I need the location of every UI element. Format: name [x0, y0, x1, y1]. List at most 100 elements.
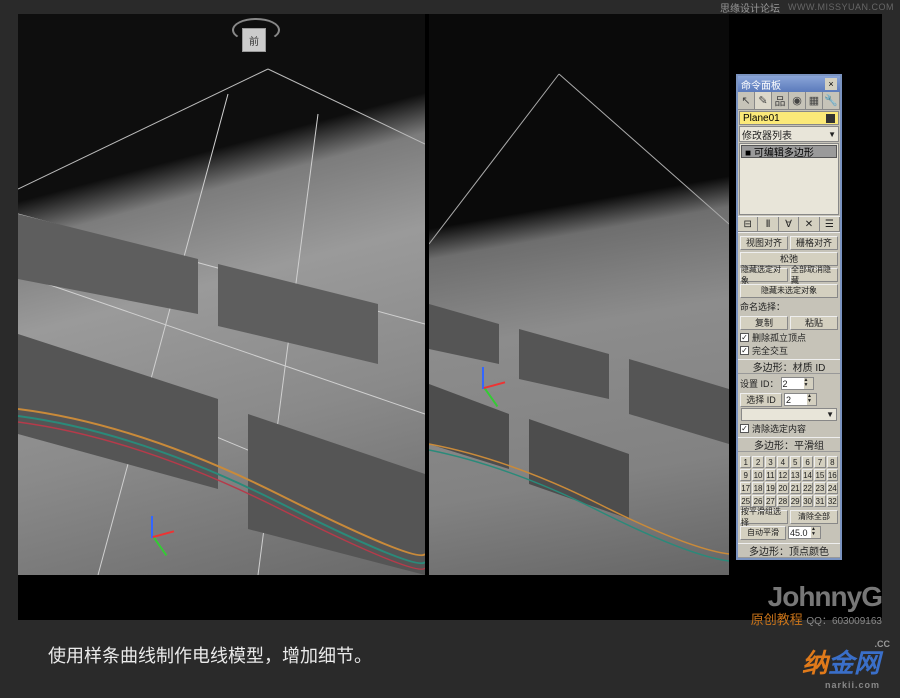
- create-tab[interactable]: ↖: [738, 92, 755, 109]
- auto-smooth-button[interactable]: 自动平滑: [740, 526, 786, 540]
- smooth-group-24[interactable]: 24: [827, 482, 838, 494]
- unhide-all-button[interactable]: 全部取消隐藏: [790, 268, 838, 282]
- make-unique-icon[interactable]: ∀: [779, 217, 799, 231]
- viewport-perspective-right[interactable]: [429, 14, 729, 575]
- delete-isolated-checkbox[interactable]: ✓删除孤立顶点: [740, 331, 838, 344]
- pin-stack-icon[interactable]: ⊟: [738, 217, 758, 231]
- set-id-label: 设置 ID：: [740, 377, 779, 390]
- smooth-group-15[interactable]: 15: [814, 469, 825, 481]
- narkii-logo: 纳金网 .CC narkii.com: [802, 643, 880, 690]
- smooth-group-9[interactable]: 9: [740, 469, 751, 481]
- smooth-group-22[interactable]: 22: [802, 482, 813, 494]
- smooth-group-3[interactable]: 3: [765, 456, 776, 468]
- command-panel-tabs: ↖ ✎ 品 ◉ ▦ 🔧: [738, 92, 840, 110]
- smooth-group-32[interactable]: 32: [827, 495, 838, 507]
- smooth-group-19[interactable]: 19: [765, 482, 776, 494]
- copy-button[interactable]: 复制: [740, 316, 788, 330]
- smooth-group-20[interactable]: 20: [777, 482, 788, 494]
- tutorial-type: 原创教程: [751, 612, 803, 627]
- select-id-button[interactable]: 选择 ID: [740, 393, 782, 407]
- smooth-group-18[interactable]: 18: [752, 482, 763, 494]
- full-interactive-label: 完全交互: [752, 344, 788, 357]
- full-interactive-checkbox[interactable]: ✓完全交互: [740, 344, 838, 357]
- hide-selected-button[interactable]: 隐藏选定对象: [740, 268, 788, 282]
- smooth-group-21[interactable]: 21: [790, 482, 801, 494]
- modify-tab[interactable]: ✎: [755, 92, 772, 109]
- rollout-vertex-color-head[interactable]: 多边形：顶点颜色: [738, 544, 840, 558]
- smooth-group-13[interactable]: 13: [790, 469, 801, 481]
- rollout-smoothing-groups: 多边形：平滑组 12345678910111213141516171819202…: [738, 437, 840, 543]
- smooth-group-17[interactable]: 17: [740, 482, 751, 494]
- viewcube-face-front[interactable]: 前: [242, 28, 266, 52]
- hierarchy-tab[interactable]: 品: [772, 92, 789, 109]
- logo-domain: narkii.com: [802, 680, 880, 690]
- axis-gizmo-left[interactable]: [128, 513, 178, 563]
- stack-toolbar: ⊟ Ⅱ ∀ ✕ ☰: [738, 216, 840, 232]
- smooth-group-23[interactable]: 23: [814, 482, 825, 494]
- qq-number: 603009163: [832, 616, 882, 627]
- smooth-group-8[interactable]: 8: [827, 456, 838, 468]
- smooth-group-16[interactable]: 16: [827, 469, 838, 481]
- smooth-group-2[interactable]: 2: [752, 456, 763, 468]
- logo-cc: .CC: [875, 639, 891, 649]
- modifier-list-dropdown[interactable]: 修改器列表 ▼: [739, 126, 839, 142]
- axis-gizmo-right[interactable]: [459, 364, 509, 414]
- panel-title-text: 命令面板: [741, 77, 781, 92]
- smooth-group-14[interactable]: 14: [802, 469, 813, 481]
- smoothing-groups-grid: 1234567891011121314151617181920212223242…: [740, 456, 838, 507]
- object-name-field[interactable]: Plane01: [739, 111, 839, 125]
- viewcube[interactable]: 前: [236, 24, 276, 64]
- show-end-result-icon[interactable]: Ⅱ: [758, 217, 778, 231]
- auto-smooth-spinner[interactable]: 45.0▲▼: [788, 526, 821, 539]
- smooth-group-6[interactable]: 6: [802, 456, 813, 468]
- close-icon[interactable]: ×: [825, 78, 837, 90]
- remove-modifier-icon[interactable]: ✕: [799, 217, 819, 231]
- select-id-spinner[interactable]: 2▲▼: [784, 393, 817, 406]
- set-id-spinner[interactable]: 2▲▼: [781, 377, 814, 390]
- clear-selected-checkbox[interactable]: ✓清除选定内容: [740, 422, 838, 435]
- logo-part1: 纳: [802, 648, 828, 678]
- wireframe-overlay: [18, 14, 425, 575]
- motion-tab[interactable]: ◉: [789, 92, 806, 109]
- paste-button[interactable]: 粘贴: [790, 316, 838, 330]
- smooth-group-31[interactable]: 31: [814, 495, 825, 507]
- chevron-down-icon: ▼: [828, 130, 836, 139]
- material-name-dropdown[interactable]: ▼: [741, 408, 837, 421]
- delete-isolated-label: 删除孤立顶点: [752, 331, 806, 344]
- rollout-selection: 视图对齐 栅格对齐 松弛 隐藏选定对象 全部取消隐藏 隐藏未选定对象 命名选择：…: [738, 232, 840, 359]
- object-color-swatch[interactable]: [826, 114, 835, 123]
- smooth-group-1[interactable]: 1: [740, 456, 751, 468]
- panel-titlebar[interactable]: 命令面板 ×: [738, 76, 840, 92]
- rollout-material-id: 多边形：材质 ID 设置 ID： 2▲▼ 选择 ID 2▲▼ ▼ ✓清除选定内容: [738, 359, 840, 437]
- rollout-smoothing-head[interactable]: 多边形：平滑组: [738, 438, 840, 452]
- clear-all-smooth-button[interactable]: 清除全部: [790, 510, 838, 524]
- command-panel: 命令面板 × ↖ ✎ 品 ◉ ▦ 🔧 Plane01 修改器列表 ▼ ■ 可编辑…: [736, 74, 842, 560]
- modifier-stack[interactable]: ■ 可编辑多边形: [739, 143, 839, 215]
- smooth-group-30[interactable]: 30: [802, 495, 813, 507]
- caption-text: 使用样条曲线制作电线模型，增加细节。: [48, 642, 372, 668]
- smooth-group-11[interactable]: 11: [765, 469, 776, 481]
- smooth-group-4[interactable]: 4: [777, 456, 788, 468]
- configure-sets-icon[interactable]: ☰: [820, 217, 840, 231]
- smooth-group-5[interactable]: 5: [790, 456, 801, 468]
- author-signature: JohnnyG 原创教程 QQ：603009163: [751, 581, 882, 628]
- clear-selected-label: 清除选定内容: [752, 422, 806, 435]
- smooth-group-12[interactable]: 12: [777, 469, 788, 481]
- logo-part2: 金网: [828, 648, 880, 678]
- view-align-button[interactable]: 视图对齐: [740, 236, 788, 250]
- stack-item-editable-poly[interactable]: ■ 可编辑多边形: [741, 145, 837, 158]
- select-by-smooth-button[interactable]: 按平滑组选择: [740, 510, 788, 524]
- mesh-align-button[interactable]: 栅格对齐: [790, 236, 838, 250]
- display-tab[interactable]: ▦: [806, 92, 823, 109]
- viewport-perspective-left[interactable]: 前: [18, 14, 425, 575]
- smooth-group-29[interactable]: 29: [790, 495, 801, 507]
- qq-label: QQ：: [806, 616, 832, 627]
- rollout-material-id-head[interactable]: 多边形：材质 ID: [738, 360, 840, 374]
- utilities-tab[interactable]: 🔧: [823, 92, 840, 109]
- smooth-group-7[interactable]: 7: [814, 456, 825, 468]
- object-name-text: Plane01: [743, 113, 780, 124]
- named-selection-label: 命名选择：: [740, 300, 785, 313]
- smooth-group-10[interactable]: 10: [752, 469, 763, 481]
- hide-unselected-button[interactable]: 隐藏未选定对象: [740, 284, 838, 298]
- tutorial-frame: 前 命令面板 × ↖ ✎ 品 ◉: [18, 14, 882, 620]
